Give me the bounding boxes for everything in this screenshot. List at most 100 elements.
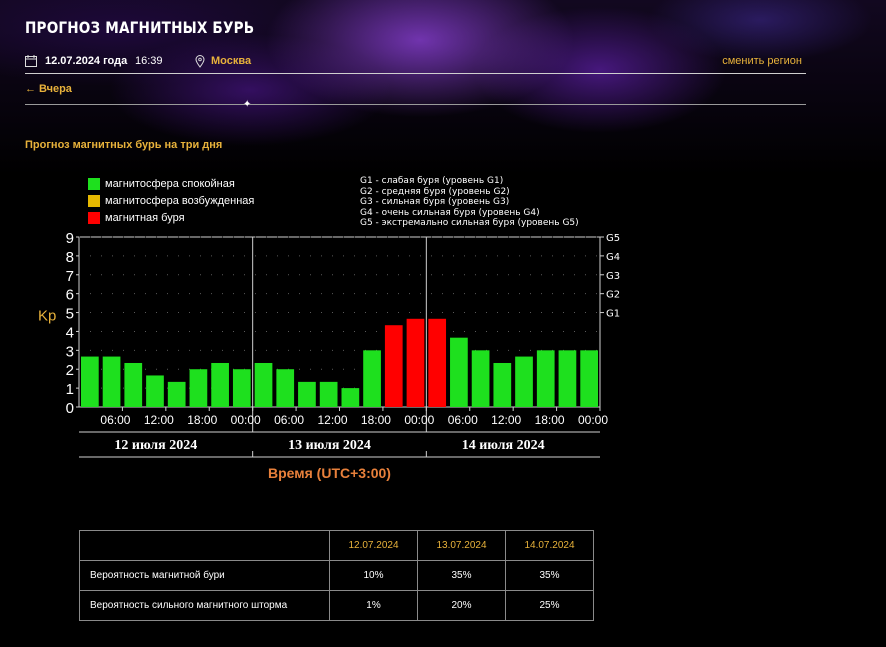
sparkle-icon: ✦ [243, 99, 252, 110]
bar [536, 350, 555, 407]
g-legend-item: G1 - слабая буря (уровень G1) [360, 176, 504, 186]
city-link[interactable]: Москва [211, 55, 251, 67]
legend-label: магнитная буря [105, 212, 185, 224]
table-header-cell: 12.07.2024 [329, 530, 418, 561]
location-pin-icon [195, 55, 205, 68]
table-cell: 1% [329, 590, 418, 621]
bar [363, 350, 381, 407]
bar [189, 369, 208, 407]
table-row-label: Вероятность сильного магнитного шторма [79, 590, 330, 621]
g-legend-item: G2 - средняя буря (уровень G2) [360, 186, 510, 197]
bar [81, 356, 99, 407]
x-tick-label: 18:00 [361, 413, 391, 427]
y-axis-label: Kp [38, 308, 56, 325]
x-tick-label: 18:00 [535, 413, 565, 427]
bar [211, 362, 229, 407]
y-tick-label: 8 [66, 249, 74, 266]
table-header-cell [79, 530, 330, 561]
y-tick-label: 4 [66, 324, 74, 341]
table-cell: 35% [417, 560, 506, 591]
table-header-row: 12.07.2024 13.07.2024 14.07.2024 [79, 530, 594, 561]
bar [232, 369, 251, 407]
legend-item-calm: магнитосфера спокойная [88, 176, 254, 192]
bar [471, 350, 490, 407]
probability-table: 12.07.2024 13.07.2024 14.07.2024 Вероятн… [79, 530, 594, 621]
g-legend-item: G4 - очень сильная буря (уровень G4) [360, 207, 540, 218]
table-header-cell: 13.07.2024 [417, 530, 506, 561]
table-header-cell: 14.07.2024 [505, 530, 594, 561]
y-tick-label: 9 [66, 232, 74, 247]
bar [406, 318, 425, 407]
table-cell: 20% [417, 590, 506, 621]
y-tick-label: 7 [66, 268, 74, 285]
bar [146, 375, 164, 407]
legend-item-excited: магнитосфера возбужденная [88, 193, 254, 209]
x-tick-label: 18:00 [187, 413, 217, 427]
bar [124, 362, 143, 407]
bar [102, 356, 121, 407]
legend-label: магнитосфера спокойная [105, 178, 235, 190]
table-row: Вероятность магнитной бури 10% 35% 35% [79, 560, 594, 591]
info-row: 12.07.2024 года 16:39 Москва сменить рег… [25, 55, 806, 71]
g-tick-label: G4 [606, 252, 620, 263]
x-tick-label: 12:00 [491, 413, 521, 427]
bar [428, 318, 447, 407]
table-row: Вероятность сильного магнитного шторма 1… [79, 590, 594, 621]
y-tick-label: 0 [66, 400, 74, 417]
bar [298, 381, 316, 407]
g-tick-label: G5 [606, 233, 620, 244]
bar [515, 356, 533, 407]
bar [558, 350, 577, 407]
change-region-link[interactable]: сменить регион [722, 55, 802, 67]
g-tick-label: G1 [606, 309, 620, 320]
x-tick-label: 06:00 [448, 413, 478, 427]
nav-divider [25, 104, 806, 105]
day-label: 12 июля 2024 [114, 438, 197, 453]
calendar-icon [25, 55, 37, 67]
table-row-label: Вероятность магнитной бури [79, 560, 330, 591]
current-time: 16:39 [135, 55, 163, 67]
x-axis-label: Время (UTC+3:00) [268, 465, 391, 481]
kp-legend: магнитосфера спокойная магнитосфера возб… [88, 176, 254, 227]
x-tick-label: 06:00 [274, 413, 304, 427]
g-tick-label: G3 [606, 271, 620, 282]
g-level-legend: G1 - слабая буря (уровень G1) G2 - средн… [360, 176, 579, 229]
current-date: 12.07.2024 года [45, 55, 128, 67]
legend-label: магнитосфера возбужденная [105, 195, 255, 207]
y-tick-label: 3 [66, 343, 74, 360]
bar [384, 325, 403, 407]
legend-swatch-storm [88, 212, 100, 224]
yesterday-link[interactable]: ← Вчера [25, 83, 72, 95]
bar [580, 350, 598, 407]
day-label: 14 июля 2024 [462, 438, 545, 453]
x-tick-label: 00:00 [231, 413, 261, 427]
forecast-subtitle: Прогноз магнитных бурь на три дня [25, 139, 223, 151]
x-tick-label: 00:00 [578, 413, 608, 427]
x-tick-label: 00:00 [404, 413, 434, 427]
x-tick-label: 12:00 [144, 413, 174, 427]
x-tick-label: 06:00 [100, 413, 130, 427]
legend-swatch-calm [88, 178, 100, 190]
bar [167, 381, 186, 407]
y-tick-label: 1 [66, 381, 74, 398]
table-cell: 35% [505, 560, 594, 591]
table-cell: 25% [505, 590, 594, 621]
kp-chart: 0 1 2 3 45 6 7 8 9 Kp G1 G2 G3 G4 G5 06:00 12:00 18:00 00:… [38, 232, 620, 481]
y-tick-label: 2 [66, 362, 74, 379]
g-legend-item: G3 - сильная буря (уровень G3) [360, 197, 510, 207]
bar [450, 337, 468, 407]
x-tick-label: 12:00 [317, 413, 347, 427]
bar [276, 369, 295, 407]
bar [341, 388, 360, 407]
y-tick-label: 5 [66, 306, 74, 323]
table-cell: 10% [329, 560, 418, 591]
legend-swatch-excited [88, 195, 100, 207]
header-divider [25, 73, 806, 74]
bar [319, 381, 338, 407]
bar [493, 362, 512, 407]
legend-item-storm: магнитная буря [88, 210, 254, 226]
bar [254, 362, 273, 407]
g-legend-item: G5 - экстремально сильная буря (уровень … [360, 218, 579, 228]
day-label: 13 июля 2024 [288, 438, 371, 453]
page-title: ПРОГНОЗ МАГНИТНЫХ БУРЬ [25, 18, 255, 37]
